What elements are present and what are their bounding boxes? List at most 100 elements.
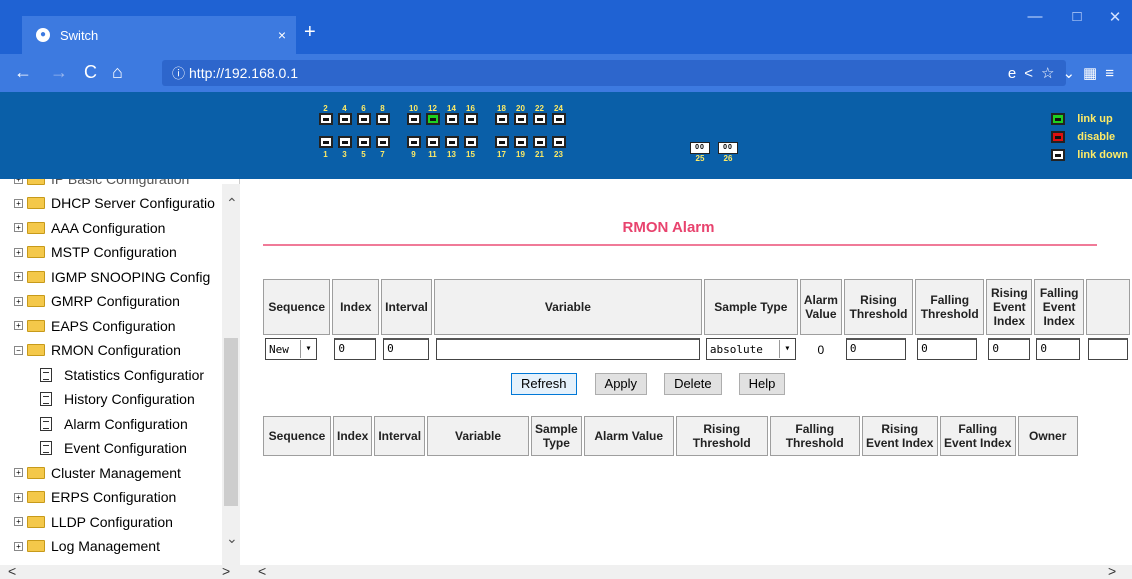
port[interactable]: 18 <box>492 104 511 127</box>
ie-icon[interactable]: e <box>1008 65 1024 82</box>
expand-icon[interactable]: + <box>14 272 23 281</box>
sample-type-select[interactable]: absolute ▾ <box>705 338 796 360</box>
port[interactable]: 3 <box>335 136 354 159</box>
port[interactable]: 17 <box>492 136 511 159</box>
port-disable-icon <box>1051 131 1066 143</box>
port-icon <box>406 136 421 148</box>
expand-icon[interactable]: + <box>14 321 23 330</box>
variable-input[interactable] <box>435 338 700 360</box>
new-tab-button[interactable]: + <box>304 20 316 44</box>
port[interactable]: 21 <box>530 136 549 159</box>
expand-icon[interactable]: + <box>14 468 23 477</box>
collapse-icon[interactable]: − <box>14 345 23 355</box>
tab-close-button[interactable]: × <box>268 27 296 43</box>
tree-item[interactable]: − RMON Configuration <box>0 338 181 362</box>
scroll-left-icon[interactable]: < <box>8 563 16 579</box>
port[interactable]: 20 <box>511 104 530 127</box>
port-icon <box>375 136 390 148</box>
rising-threshold-input[interactable]: 0 <box>845 338 906 360</box>
sfp-port[interactable]: 00 26 <box>714 142 742 163</box>
tree-item[interactable]: + LLDP Configuration <box>0 510 173 534</box>
apply-button[interactable]: Apply <box>594 373 648 395</box>
port[interactable]: 19 <box>511 136 530 159</box>
url-field[interactable]: ⓘ http://192.168.0.1 <box>162 60 1066 86</box>
owner-input[interactable] <box>1087 338 1128 360</box>
col-header: Variable <box>433 279 702 335</box>
tree-item[interactable]: + ERPS Configuration <box>0 485 176 509</box>
alarm-config-table: Sequence Index Interval Variable Sample … <box>261 277 1132 363</box>
tree-item[interactable]: + GMRP Configuration <box>0 289 180 313</box>
chevron-down-icon[interactable]: ⌄ <box>1062 65 1083 82</box>
scroll-left-icon[interactable]: < <box>258 563 266 579</box>
tree-item[interactable]: + EAPS Configuration <box>0 314 176 338</box>
port[interactable]: 22 <box>530 104 549 127</box>
tree-item[interactable]: History Configuration <box>0 387 195 411</box>
tree-item-partial[interactable]: + IP Basic Configuration <box>0 179 189 191</box>
apps-icon[interactable]: ▦ <box>1083 65 1105 82</box>
tree-item[interactable]: Statistics Configuratior <box>0 363 204 387</box>
port[interactable]: 7 <box>373 136 392 159</box>
port[interactable]: 1 <box>316 136 335 159</box>
index-input[interactable]: 0 <box>334 338 377 360</box>
expand-icon[interactable]: + <box>14 492 23 502</box>
expand-icon[interactable]: + <box>14 179 23 184</box>
close-window-button[interactable]: ✕ <box>1100 8 1130 26</box>
tree-item[interactable]: + AAA Configuration <box>0 216 165 240</box>
tree-item[interactable]: Alarm Configuration <box>0 412 188 436</box>
scroll-right-icon[interactable]: > <box>222 563 230 579</box>
star-icon[interactable]: ☆ <box>1041 65 1062 82</box>
falling-event-index-input[interactable]: 0 <box>1036 338 1081 360</box>
tree-item[interactable]: + MSTP Configuration <box>0 240 177 264</box>
browser-tab[interactable]: ● Switch × <box>22 16 296 54</box>
port[interactable]: 4 <box>335 104 354 127</box>
port[interactable]: 9 <box>404 136 423 159</box>
forward-icon[interactable]: → <box>50 61 68 83</box>
port[interactable]: 6 <box>354 104 373 127</box>
scroll-right-icon[interactable]: > <box>1108 563 1116 579</box>
expand-icon[interactable]: + <box>14 198 23 208</box>
scroll-up-icon[interactable]: ⌃ <box>226 195 238 212</box>
refresh-button[interactable]: Refresh <box>511 373 577 395</box>
home-icon[interactable]: ⌂ <box>112 61 123 83</box>
menu-icon[interactable]: ≡ <box>1105 65 1122 82</box>
tree-item[interactable]: + Cluster Management <box>0 461 181 485</box>
expand-icon[interactable]: + <box>14 223 23 232</box>
expand-icon[interactable]: + <box>14 247 23 257</box>
port[interactable]: 16 <box>461 104 480 127</box>
falling-threshold-input[interactable]: 0 <box>917 338 978 360</box>
sidebar-scroll-thumb[interactable] <box>224 338 238 506</box>
port[interactable]: 24 <box>549 104 568 127</box>
port[interactable]: 15 <box>461 136 480 159</box>
expand-icon[interactable]: + <box>14 541 23 551</box>
port[interactable]: 12 <box>423 104 442 127</box>
help-button[interactable]: Help <box>738 373 786 395</box>
horizontal-scrollbar[interactable]: < > < > <box>0 563 1132 579</box>
port[interactable]: 8 <box>373 104 392 127</box>
port[interactable]: 14 <box>442 104 461 127</box>
tree-item[interactable]: + IGMP SNOOPING Config <box>0 265 210 289</box>
expand-icon[interactable]: + <box>14 517 23 526</box>
sequence-select[interactable]: New ▾ <box>265 338 317 360</box>
port[interactable]: 5 <box>354 136 373 159</box>
scroll-down-icon[interactable]: ⌄ <box>226 530 238 547</box>
port-number: 20 <box>516 104 525 113</box>
interval-input[interactable]: 0 <box>383 338 430 360</box>
share-icon[interactable]: < <box>1024 65 1041 82</box>
tree-item[interactable]: Event Configuration <box>0 436 187 460</box>
tree-item[interactable]: + Log Management <box>0 534 160 558</box>
reload-icon[interactable]: C <box>84 61 97 83</box>
delete-button[interactable]: Delete <box>664 373 722 395</box>
back-icon[interactable]: ← <box>14 61 32 83</box>
sfp-port[interactable]: 00 25 <box>686 142 714 163</box>
port[interactable]: 2 <box>316 104 335 127</box>
port-icon <box>551 113 566 125</box>
maximize-button[interactable]: □ <box>1062 8 1092 25</box>
tree-item[interactable]: + DHCP Server Configuratio <box>0 191 215 215</box>
port[interactable]: 11 <box>423 136 442 159</box>
port[interactable]: 23 <box>549 136 568 159</box>
expand-icon[interactable]: + <box>14 296 23 306</box>
port[interactable]: 10 <box>404 104 423 127</box>
port[interactable]: 13 <box>442 136 461 159</box>
minimize-button[interactable]: — <box>1020 8 1050 25</box>
rising-event-index-input[interactable]: 0 <box>988 338 1031 360</box>
